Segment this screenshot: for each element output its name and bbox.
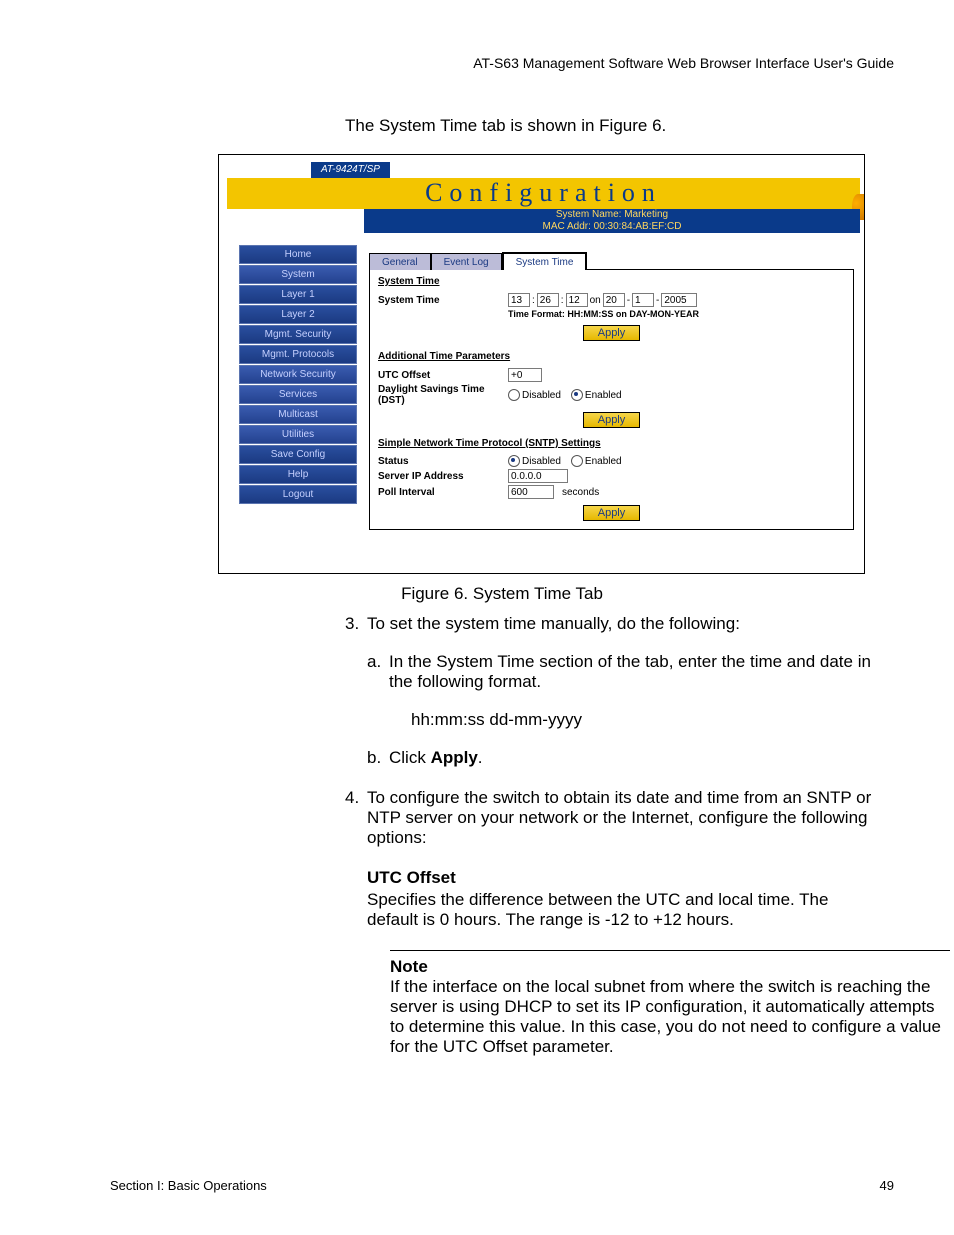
nav-save-config[interactable]: Save Config <box>239 445 357 464</box>
section-sntp-title: Simple Network Time Protocol (SNTP) Sett… <box>378 438 845 449</box>
system-info-bar: System Name: Marketing MAC Addr: 00:30:8… <box>364 209 860 233</box>
time-format-hint: Time Format: HH:MM:SS on DAY-MON-YEAR <box>508 309 845 319</box>
step4-text: To configure the switch to obtain its da… <box>367 788 884 848</box>
poll-unit-label: seconds <box>562 487 599 498</box>
left-nav: Home System Layer 1 Layer 2 Mgmt. Securi… <box>239 245 357 505</box>
sntp-disabled-radio[interactable] <box>508 455 520 467</box>
step3b-letter: b. <box>367 748 389 768</box>
dst-disabled-radio[interactable] <box>508 389 520 401</box>
figure-screenshot: AT-9424T/SP Configuration System Name: M… <box>218 154 865 574</box>
tab-system-time[interactable]: System Time <box>502 252 588 270</box>
tab-general[interactable]: General <box>369 253 431 270</box>
utc-offset-label: UTC Offset <box>378 370 508 381</box>
section-system-time-title: System Time <box>378 276 845 287</box>
sep-colon: : <box>561 295 564 306</box>
sep-dash: - <box>656 295 659 306</box>
step4-number: 4. <box>345 788 367 848</box>
nav-home[interactable]: Home <box>239 245 357 264</box>
nav-layer2[interactable]: Layer 2 <box>239 305 357 324</box>
tab-strip: General Event Log System Time <box>369 251 854 269</box>
step3-number: 3. <box>345 614 367 634</box>
dst-enabled-radio[interactable] <box>571 389 583 401</box>
dst-label: Daylight Savings Time (DST) <box>378 384 508 406</box>
server-ip-label: Server IP Address <box>378 471 508 482</box>
nav-logout[interactable]: Logout <box>239 485 357 504</box>
time-format-example: hh:mm:ss dd-mm-yyyy <box>411 710 884 730</box>
system-time-label: System Time <box>378 295 508 306</box>
time-hh-input[interactable] <box>508 293 530 307</box>
step3b-prefix: Click <box>389 748 431 767</box>
nav-network-security[interactable]: Network Security <box>239 365 357 384</box>
apply-button-time[interactable]: Apply <box>583 325 641 341</box>
nav-help[interactable]: Help <box>239 465 357 484</box>
sntp-enabled-label: Enabled <box>585 456 622 467</box>
tab-panel: System Time System Time : : on - - Time … <box>369 269 854 530</box>
section-additional-title: Additional Time Parameters <box>378 351 845 362</box>
utc-body: Specifies the difference between the UTC… <box>367 890 884 930</box>
step3-text: To set the system time manually, do the … <box>367 614 740 634</box>
config-title: Configuration <box>425 178 662 207</box>
nav-mgmt-protocols[interactable]: Mgmt. Protocols <box>239 345 357 364</box>
time-ss-input[interactable] <box>566 293 588 307</box>
nav-utilities[interactable]: Utilities <box>239 425 357 444</box>
sntp-enabled-radio[interactable] <box>571 455 583 467</box>
dst-enabled-label: Enabled <box>585 390 622 401</box>
step3b-text: Click Apply. <box>389 748 483 768</box>
note-box: Note If the interface on the local subne… <box>390 950 950 1057</box>
step3a-text: In the System Time section of the tab, e… <box>389 652 884 692</box>
step3b-bold: Apply <box>431 748 478 767</box>
sntp-status-label: Status <box>378 456 508 467</box>
step3a-letter: a. <box>367 652 389 692</box>
mac-addr-text: MAC Addr: 00:30:84:AB:EF:CD <box>364 221 860 233</box>
model-tab: AT-9424T/SP <box>311 162 390 178</box>
tab-event-log[interactable]: Event Log <box>431 253 502 270</box>
intro-text: The System Time tab is shown in Figure 6… <box>345 116 884 136</box>
system-name-text: System Name: Marketing <box>364 209 860 221</box>
dst-disabled-label: Disabled <box>522 390 561 401</box>
nav-mgmt-security[interactable]: Mgmt. Security <box>239 325 357 344</box>
server-ip-input[interactable] <box>508 469 568 483</box>
apply-button-params[interactable]: Apply <box>583 412 641 428</box>
on-label: on <box>590 295 601 306</box>
nav-layer1[interactable]: Layer 1 <box>239 285 357 304</box>
date-dd-input[interactable] <box>603 293 625 307</box>
note-body: If the interface on the local subnet fro… <box>390 977 950 1057</box>
footer-section: Section I: Basic Operations <box>110 1178 267 1193</box>
figure-caption: Figure 6. System Time Tab <box>110 584 894 604</box>
nav-system[interactable]: System <box>239 265 357 284</box>
sep-dash: - <box>627 295 630 306</box>
date-mon-input[interactable] <box>632 293 654 307</box>
footer-page-number: 49 <box>880 1178 894 1193</box>
nav-services[interactable]: Services <box>239 385 357 404</box>
time-mm-input[interactable] <box>537 293 559 307</box>
sntp-disabled-label: Disabled <box>522 456 561 467</box>
poll-interval-label: Poll Interval <box>378 487 508 498</box>
poll-interval-input[interactable] <box>508 485 554 499</box>
utc-offset-input[interactable] <box>508 368 542 382</box>
date-yyyy-input[interactable] <box>661 293 697 307</box>
nav-multicast[interactable]: Multicast <box>239 405 357 424</box>
step3b-suffix: . <box>478 748 483 767</box>
note-label: Note <box>390 957 950 977</box>
utc-heading: UTC Offset <box>367 868 884 888</box>
guide-header: AT-S63 Management Software Web Browser I… <box>110 55 894 71</box>
sep-colon: : <box>532 295 535 306</box>
apply-button-sntp[interactable]: Apply <box>583 505 641 521</box>
config-title-bar: Configuration <box>227 178 860 209</box>
